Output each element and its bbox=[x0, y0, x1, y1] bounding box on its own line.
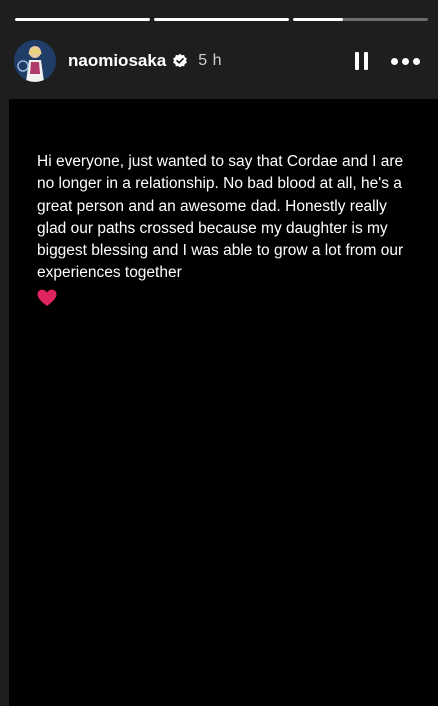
more-options-icon[interactable] bbox=[391, 57, 420, 65]
story-message: Hi everyone, just wanted to say that Cor… bbox=[37, 153, 404, 282]
progress-segment-1 bbox=[15, 18, 150, 21]
username[interactable]: naomiosaka bbox=[68, 51, 166, 71]
story-progress-bar bbox=[15, 18, 428, 21]
story-content[interactable]: Hi everyone, just wanted to say that Cor… bbox=[9, 99, 438, 706]
story-text-block: Hi everyone, just wanted to say that Cor… bbox=[37, 151, 418, 314]
progress-segment-3 bbox=[293, 18, 428, 21]
progress-segment-2 bbox=[154, 18, 289, 21]
story-header: naomiosaka 5 h bbox=[14, 38, 430, 84]
pause-icon[interactable] bbox=[349, 49, 373, 73]
red-heart-emoji bbox=[37, 289, 418, 314]
verified-badge-icon bbox=[172, 53, 188, 69]
avatar[interactable] bbox=[14, 40, 56, 82]
post-time: 5 h bbox=[198, 52, 223, 69]
